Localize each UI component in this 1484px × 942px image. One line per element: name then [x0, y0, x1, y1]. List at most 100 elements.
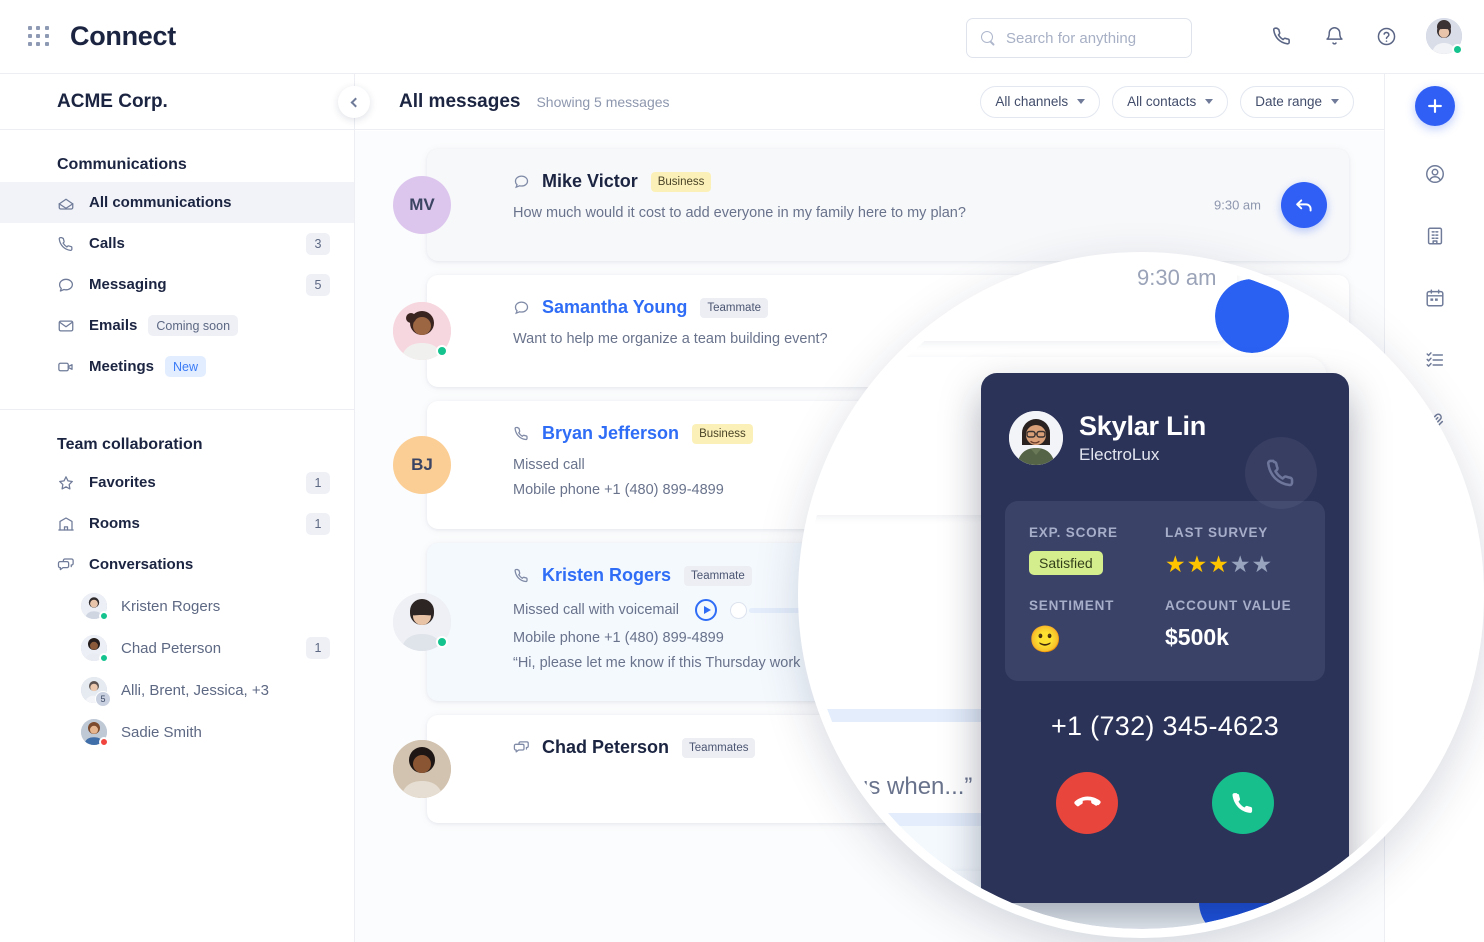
top-bar: Connect Search for anything	[0, 0, 1484, 74]
sidebar-collapse-button[interactable]	[338, 86, 370, 118]
status-dot-online	[436, 636, 448, 648]
contact-name[interactable]: Chad Peterson	[542, 737, 669, 758]
sidebar-item-label: Emails	[89, 317, 138, 334]
list-item[interactable]: Kristen Rogers	[0, 585, 354, 627]
contact-circle-icon[interactable]	[1423, 162, 1447, 186]
status-dot-online	[1452, 44, 1463, 55]
list-item-label: Sadie Smith	[121, 723, 202, 741]
table-row[interactable]: MV Mike Victor Business How much would i…	[393, 149, 1349, 261]
caller-avatar	[1009, 411, 1063, 465]
caller-company: ElectroLux	[1079, 444, 1160, 464]
sidebar-item-messaging[interactable]: Messaging 5	[0, 264, 354, 305]
list-item-label: Alli, Brent, Jessica, +3	[121, 681, 269, 699]
search-icon	[981, 30, 996, 46]
chevron-down-icon	[1077, 99, 1086, 104]
star-icon: ★	[1251, 551, 1274, 577]
magnified-audio-track	[807, 709, 997, 722]
org-header: ACME Corp.	[0, 74, 370, 130]
avatar-initials: MV	[409, 195, 435, 214]
section-title-team-collaboration: Team collaboration	[57, 436, 203, 453]
app-title: Connect	[70, 21, 176, 51]
magnifier-lens: 9:30 am vent? 9:30 am 15 sec or us when.…	[798, 252, 1484, 938]
bell-icon[interactable]	[1322, 24, 1346, 48]
apps-grid-icon[interactable]	[28, 25, 50, 48]
sidebar-item-emails[interactable]: Emails Coming soon	[0, 305, 354, 346]
chat-bubble-icon	[57, 276, 75, 294]
phone-icon	[57, 235, 75, 253]
sidebar-item-conversations[interactable]: Conversations	[0, 544, 354, 585]
stat-label: EXP. SCORE	[1029, 525, 1118, 540]
phone-icon	[513, 425, 530, 442]
avatar-group: 5	[81, 677, 111, 707]
calendar-icon[interactable]	[1423, 286, 1447, 310]
sidebar-item-label: All communications	[89, 194, 232, 211]
status-badge: Business	[692, 423, 753, 444]
filter-label: All channels	[995, 94, 1069, 109]
call-status: Missed call with voicemail	[513, 602, 679, 618]
badge-count: 3	[306, 232, 330, 255]
pill-coming-soon: Coming soon	[148, 315, 239, 336]
sidebar-item-favorites[interactable]: Favorites 1	[0, 462, 354, 503]
chat-bubble-icon	[513, 173, 530, 190]
filter-label: All contacts	[1127, 94, 1197, 109]
magnified-time: 9:30 am	[1137, 265, 1217, 290]
reply-button[interactable]	[1281, 182, 1327, 228]
account-value: $500k	[1165, 624, 1229, 650]
pill-new: New	[165, 356, 207, 377]
sidebar-item-label: Favorites	[89, 474, 156, 491]
conversations-icon	[513, 739, 530, 756]
main-header: All messages Showing 5 messages All chan…	[355, 74, 1384, 130]
help-icon[interactable]	[1374, 24, 1398, 48]
status-badge: Satisfied	[1029, 551, 1103, 575]
header-icon-group	[1270, 18, 1463, 55]
contact-name[interactable]: Bryan Jefferson	[542, 423, 679, 444]
sidebar-item-meetings[interactable]: Meetings New	[0, 346, 354, 387]
badge-count: 5	[306, 273, 330, 296]
filter-all-contacts[interactable]: All contacts	[1112, 85, 1229, 118]
plus-icon[interactable]	[1414, 86, 1455, 126]
filter-all-channels[interactable]: All channels	[980, 85, 1101, 118]
magnified-reply-button	[1215, 279, 1289, 353]
phone-icon[interactable]	[1270, 24, 1294, 48]
sidebar-item-rooms[interactable]: Rooms 1	[0, 503, 354, 544]
incoming-call-panel: Skylar Lin ElectroLux EXP. SCORE Satisfi…	[981, 373, 1349, 903]
stat-exp-score: EXP. SCORE Satisfied	[1029, 525, 1165, 578]
list-item[interactable]: Chad Peterson 1	[0, 627, 354, 669]
app-root: Connect Search for anything ACME Corp. C…	[0, 0, 1484, 942]
search-input[interactable]: Search for anything	[966, 18, 1192, 58]
sidebar-item-calls[interactable]: Calls 3	[0, 223, 354, 264]
task-list-icon[interactable]	[1423, 348, 1447, 372]
group-member-count: 5	[95, 691, 111, 707]
chevron-down-icon	[1205, 99, 1214, 104]
sidebar-item-all-communications[interactable]: All communications	[0, 182, 354, 223]
contact-name[interactable]: Mike Victor	[542, 171, 638, 192]
envelope-icon	[57, 317, 75, 335]
audio-scrubber-handle[interactable]	[730, 601, 747, 619]
user-avatar[interactable]	[1426, 18, 1463, 55]
page-title: All messages	[399, 90, 521, 112]
phone-answer-icon[interactable]	[1212, 772, 1274, 834]
star-icon: ★	[1165, 551, 1187, 577]
contact-name[interactable]: Samantha Young	[542, 297, 687, 318]
list-item[interactable]: Sadie Smith	[0, 711, 354, 753]
building-icon	[57, 515, 75, 533]
avatar	[81, 635, 109, 663]
stat-last-survey: LAST SURVEY ★★★★★	[1165, 525, 1301, 578]
chat-bubble-icon	[513, 299, 530, 316]
phone-hangup-icon[interactable]	[1056, 772, 1118, 834]
list-item-label: Chad Peterson	[121, 639, 222, 657]
ghost-phone-icon	[1245, 437, 1317, 509]
status-badge: Teammate	[684, 565, 752, 586]
list-item[interactable]: 5 Alli, Brent, Jessica, +3	[0, 669, 354, 711]
star-rating: ★★★★★	[1165, 551, 1301, 578]
filter-date-range[interactable]: Date range	[1240, 85, 1354, 118]
building-icon[interactable]	[1423, 224, 1447, 248]
caller-identity: Skylar Lin ElectroLux	[1079, 411, 1206, 464]
star-icon: ★	[1229, 551, 1252, 577]
play-icon[interactable]	[695, 599, 717, 621]
message-time: 9:30 am	[1214, 197, 1261, 213]
sidebar-item-label: Conversations	[89, 556, 194, 573]
sidebar-item-label: Calls	[89, 235, 125, 252]
avatar	[81, 719, 109, 747]
contact-name[interactable]: Kristen Rogers	[542, 565, 671, 586]
